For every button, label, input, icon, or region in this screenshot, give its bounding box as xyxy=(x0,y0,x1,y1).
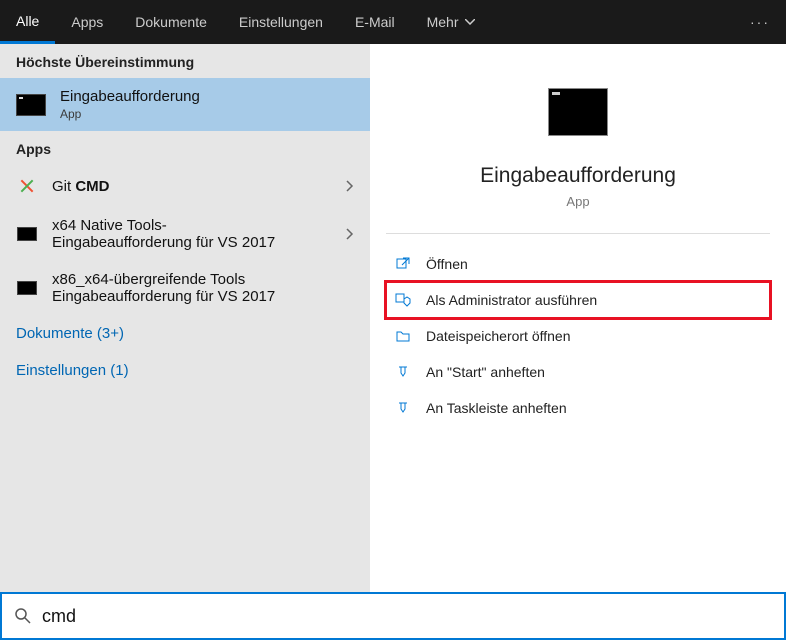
app-result-label: x86_x64-übergreifende Tools Eingabeauffo… xyxy=(52,271,354,305)
action-run-as-admin[interactable]: Als Administrator ausführen xyxy=(386,282,770,318)
open-icon xyxy=(394,255,412,273)
tab-apps[interactable]: Apps xyxy=(55,0,119,44)
chevron-right-icon xyxy=(346,228,354,240)
search-bar[interactable] xyxy=(0,592,786,640)
action-open-file-location[interactable]: Dateispeicherort öffnen xyxy=(386,318,770,354)
tab-settings[interactable]: Einstellungen xyxy=(223,0,339,44)
best-match-result[interactable]: Eingabeaufforderung App xyxy=(0,78,370,131)
apps-header: Apps xyxy=(0,131,370,165)
best-match-subtitle: App xyxy=(60,107,200,121)
action-pin-to-start[interactable]: An "Start" anheften xyxy=(386,354,770,390)
app-result-label: Git CMD xyxy=(52,178,332,195)
action-label: An "Start" anheften xyxy=(426,364,545,380)
chevron-right-icon xyxy=(346,180,354,192)
action-label: Öffnen xyxy=(426,256,468,272)
search-tabs: Alle Apps Dokumente Einstellungen E-Mail… xyxy=(0,0,786,44)
cmd-icon xyxy=(16,223,38,245)
preview-app-icon xyxy=(548,88,608,136)
folder-icon xyxy=(394,327,412,345)
action-open[interactable]: Öffnen xyxy=(386,246,770,282)
app-result-git-cmd[interactable]: Git CMD xyxy=(0,165,370,207)
app-result-x64-native-tools[interactable]: x64 Native Tools- Eingabeaufforderung fü… xyxy=(0,207,370,261)
admin-shield-icon xyxy=(394,291,412,309)
tab-label: Mehr xyxy=(427,14,459,30)
tab-label: Alle xyxy=(16,13,39,29)
app-result-x86-x64-cross-tools[interactable]: x86_x64-übergreifende Tools Eingabeauffo… xyxy=(0,261,370,315)
git-icon xyxy=(16,175,38,197)
tab-label: Dokumente xyxy=(135,14,207,30)
tab-more[interactable]: Mehr xyxy=(411,0,491,44)
tab-all[interactable]: Alle xyxy=(0,0,55,44)
chevron-down-icon xyxy=(465,19,475,25)
preview-subtitle: App xyxy=(566,194,589,209)
documents-category[interactable]: Dokumente (3+) xyxy=(0,315,370,352)
action-label: An Taskleiste anheften xyxy=(426,400,567,416)
best-match-title: Eingabeaufforderung xyxy=(60,88,200,105)
cmd-icon xyxy=(16,277,38,299)
tab-label: E-Mail xyxy=(355,14,395,30)
action-label: Dateispeicherort öffnen xyxy=(426,328,571,344)
preview-title: Eingabeaufforderung xyxy=(480,164,676,188)
preview-pane: Eingabeaufforderung App Öffnen Als Admin… xyxy=(370,44,786,592)
tab-label: Apps xyxy=(71,14,103,30)
action-label: Als Administrator ausführen xyxy=(426,292,597,308)
best-match-header: Höchste Übereinstimmung xyxy=(0,44,370,78)
settings-category[interactable]: Einstellungen (1) xyxy=(0,352,370,389)
overflow-menu-button[interactable]: ··· xyxy=(734,0,786,44)
tab-label: Einstellungen xyxy=(239,14,323,30)
results-pane: Höchste Übereinstimmung Eingabeaufforder… xyxy=(0,44,370,592)
pin-icon xyxy=(394,363,412,381)
search-input[interactable] xyxy=(42,606,772,627)
tab-documents[interactable]: Dokumente xyxy=(119,0,223,44)
action-pin-to-taskbar[interactable]: An Taskleiste anheften xyxy=(386,390,770,426)
pin-icon xyxy=(394,399,412,417)
divider xyxy=(386,233,770,234)
ellipsis-icon: ··· xyxy=(750,14,770,30)
cmd-icon xyxy=(16,94,46,116)
app-result-label: x64 Native Tools- Eingabeaufforderung fü… xyxy=(52,217,332,251)
tab-email[interactable]: E-Mail xyxy=(339,0,411,44)
action-list: Öffnen Als Administrator ausführen Datei… xyxy=(386,246,770,426)
search-icon xyxy=(14,607,32,625)
